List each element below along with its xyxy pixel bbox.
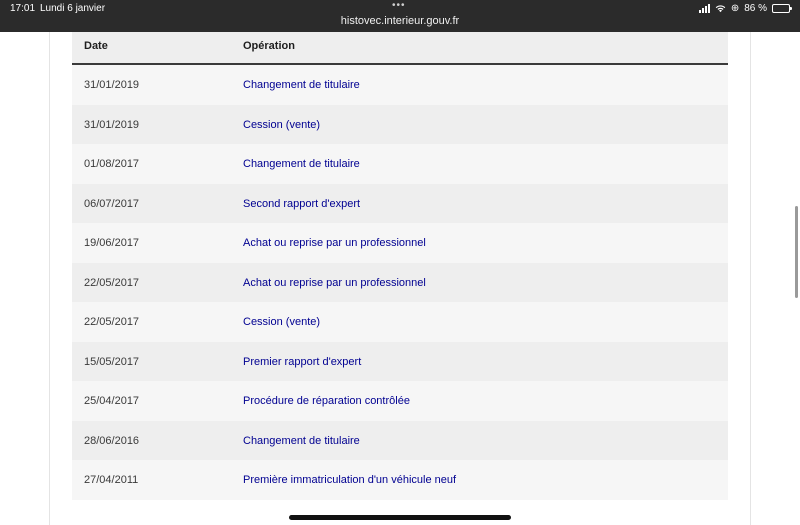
table-row: 25/04/2017 Procédure de réparation contrô… [72, 381, 728, 421]
battery-icon [772, 4, 792, 13]
row-operation-link[interactable]: Changement de titulaire [243, 79, 360, 91]
content-border-right [750, 32, 751, 525]
row-operation-link[interactable]: Cession (vente) [243, 119, 320, 131]
table-row: 31/01/2019 Cession (vente) [72, 104, 728, 144]
status-indicators: ⊕ 86 % [698, 3, 792, 14]
row-operation-link[interactable]: Première immatriculation d'un véhicule n… [243, 474, 456, 486]
row-operation-link[interactable]: Changement de titulaire [243, 435, 360, 447]
table-body: 31/01/2019 Changement de titulaire 31/01/2… [72, 65, 728, 500]
table-row: 01/08/2017 Changement de titulaire [72, 144, 728, 184]
status-time: 17:01 [10, 3, 36, 14]
table-row: 27/04/2011 Première immatriculation d'un … [72, 460, 728, 500]
table-row: 22/05/2017 Achat ou reprise par un profes… [72, 262, 728, 302]
status-date: Lundi 6 janvier [40, 3, 106, 14]
row-date: 01/08/2017 [84, 158, 140, 170]
row-date: 31/01/2019 [84, 79, 140, 91]
column-header-operation: Opération [243, 40, 295, 52]
home-indicator[interactable] [289, 515, 511, 520]
row-operation-link[interactable]: Achat ou reprise par un professionnel [243, 237, 426, 249]
table-row: 06/07/2017 Second rapport d'expert [72, 183, 728, 223]
table-row: 15/05/2017 Premier rapport d'expert [72, 341, 728, 381]
orientation-lock-icon: ⊕ [730, 3, 740, 14]
table-row: 31/01/2019 Changement de titulaire [72, 65, 728, 105]
multitasking-dots-icon[interactable]: ••• [392, 0, 406, 11]
row-operation-link[interactable]: Cession (vente) [243, 316, 320, 328]
row-date: 22/05/2017 [84, 316, 140, 328]
row-date: 27/04/2011 [84, 474, 139, 486]
row-date: 19/06/2017 [84, 237, 140, 249]
address-url[interactable]: histovec.interieur.gouv.fr [0, 15, 800, 27]
table-row: 28/06/2016 Changement de titulaire [72, 420, 728, 460]
operations-history-table: Date Opération 31/01/2019 Changement de t… [72, 32, 728, 500]
column-header-date: Date [84, 40, 108, 52]
table-row: 19/06/2017 Achat ou reprise par un profes… [72, 223, 728, 263]
row-date: 15/05/2017 [84, 355, 140, 368]
row-operation-link[interactable]: Procédure de réparation contrôlée [243, 395, 410, 407]
page-content[interactable]: Date Opération 31/01/2019 Changement de t… [0, 32, 800, 525]
scrollbar-thumb[interactable] [795, 206, 798, 298]
row-operation-link[interactable]: Changement de titulaire [243, 158, 360, 170]
status-bar: 17:01 Lundi 6 janvier ••• histovec.inter… [0, 0, 800, 32]
row-date: 28/06/2016 [84, 434, 140, 447]
content-border-left [49, 32, 50, 525]
row-date: 06/07/2017 [84, 197, 140, 210]
table-row: 22/05/2017 Cession (vente) [72, 302, 728, 342]
row-date: 25/04/2017 [84, 395, 140, 407]
battery-percentage: 86 % [744, 3, 767, 14]
row-date: 22/05/2017 [84, 276, 140, 289]
signal-icon [698, 4, 710, 13]
row-operation-link[interactable]: Achat ou reprise par un professionnel [243, 277, 426, 289]
row-date: 31/01/2019 [84, 118, 140, 131]
row-operation-link[interactable]: Premier rapport d'expert [243, 356, 361, 368]
table-header: Date Opération [72, 32, 728, 65]
row-operation-link[interactable]: Second rapport d'expert [243, 198, 360, 210]
wifi-icon [715, 5, 726, 13]
